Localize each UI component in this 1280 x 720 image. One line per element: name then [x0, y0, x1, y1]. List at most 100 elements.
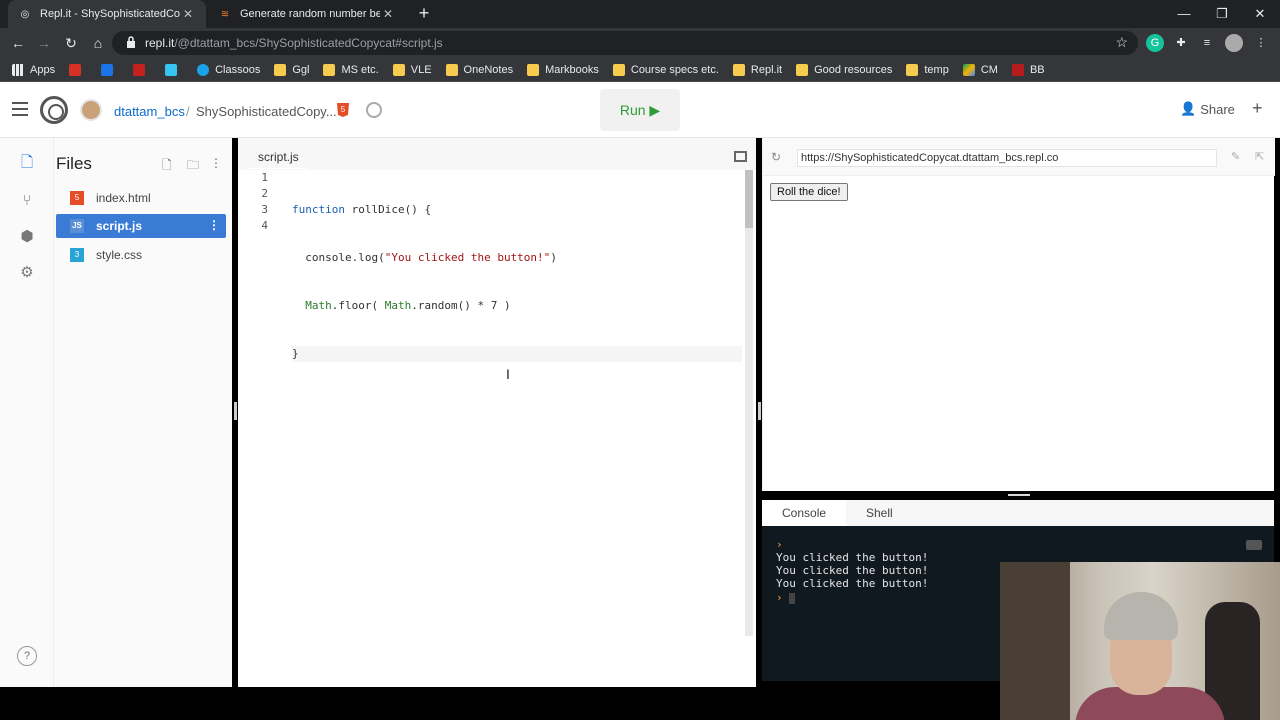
grammarly-icon[interactable]: G — [1146, 34, 1164, 52]
drive-icon — [962, 63, 975, 76]
file-options-icon[interactable]: ⋮ — [208, 218, 220, 232]
add-icon[interactable]: + — [1252, 98, 1263, 119]
classoos-icon — [197, 63, 210, 76]
history-icon[interactable] — [366, 102, 382, 118]
webview-url[interactable]: https://ShySophisticatedCopycat.dtattam_… — [797, 149, 1217, 167]
reading-list-icon[interactable]: ≡ — [1198, 34, 1216, 52]
code-token: function — [292, 203, 345, 216]
edit-icon[interactable]: ✎ — [1231, 150, 1240, 163]
webview-panel: ↻ https://ShySophisticatedCopycat.dtatta… — [762, 138, 1275, 491]
replit-favicon-icon: ◎ — [20, 8, 30, 20]
user-avatar[interactable] — [80, 99, 102, 121]
open-new-tab-icon[interactable]: ⇱ — [1255, 150, 1264, 163]
extensions-icon[interactable]: ✚ — [1172, 34, 1190, 52]
bookmark-temp[interactable]: temp — [906, 63, 949, 76]
tab-shell[interactable]: Shell — [846, 500, 913, 526]
browser-tab-replit[interactable]: ◎ Repl.it - ShySophisticatedCopyca ✕ — [8, 0, 206, 28]
settings-icon[interactable]: ⚙ — [17, 262, 37, 282]
resize-handle[interactable] — [234, 402, 237, 420]
folder-icon — [527, 63, 540, 76]
resize-handle[interactable] — [758, 402, 761, 420]
packages-icon[interactable]: ⬢ — [17, 226, 37, 246]
breadcrumb-separator: / — [186, 104, 190, 119]
file-name: style.css — [96, 248, 143, 262]
code-token: ) — [550, 251, 557, 264]
replit-logo-icon[interactable] — [40, 96, 68, 124]
bookmark-cm[interactable]: CM — [962, 63, 998, 76]
share-button[interactable]: 👤 Share — [1180, 98, 1235, 120]
repl-name[interactable]: ShySophisticatedCopy... — [196, 104, 337, 119]
bookmark-markbooks[interactable]: Markbooks — [527, 63, 599, 76]
code-token: Math — [305, 299, 332, 312]
close-tab-icon[interactable]: ✕ — [180, 7, 196, 21]
editor-tab-script-js[interactable]: script.js — [248, 146, 309, 169]
bookmark-ms[interactable]: MS etc. — [323, 63, 379, 76]
scrollbar-thumb[interactable] — [745, 170, 753, 228]
tab-console[interactable]: Console — [762, 500, 847, 526]
bookmark-course-specs[interactable]: Course specs etc. — [612, 63, 719, 76]
webview-refresh-icon[interactable]: ↻ — [771, 150, 781, 164]
file-item-style-css[interactable]: 3 style.css — [56, 243, 226, 267]
close-tab-icon[interactable]: ✕ — [380, 7, 396, 21]
file-item-index-html[interactable]: 5 index.html — [56, 186, 226, 210]
home-icon[interactable]: ⌂ — [88, 33, 108, 53]
version-control-icon[interactable]: ⑂ — [17, 190, 37, 210]
run-button[interactable]: Run ▶ — [600, 89, 680, 131]
webcam-shelf — [1000, 562, 1070, 720]
code-area[interactable]: function rollDice() { console.log("You c… — [292, 170, 742, 394]
bookmark-favicon-icon — [101, 63, 114, 76]
bookmark-red2[interactable] — [133, 63, 151, 76]
add-file-icon[interactable]: 🗋 — [162, 156, 172, 177]
split-handle[interactable] — [1008, 494, 1030, 496]
bookmark-ggl[interactable]: Ggl — [274, 63, 309, 76]
bookmark-apps[interactable]: Apps — [12, 63, 55, 76]
bookmark-red[interactable] — [69, 63, 87, 76]
bookmark-star-icon[interactable]: ☆ — [1115, 34, 1128, 51]
editor-scrollbar[interactable] — [745, 170, 753, 636]
js-file-icon: JS — [70, 219, 84, 233]
share-label: Share — [1200, 101, 1235, 117]
bookmark-favicon-icon — [69, 63, 82, 76]
bookmark-bb[interactable]: BB — [1011, 63, 1045, 76]
webcam-overlay — [1000, 562, 1280, 720]
code-token: } — [292, 347, 299, 360]
help-icon[interactable]: ? — [17, 646, 37, 666]
code-editor: script.js 1 2 3 4 function rollDice() { … — [238, 138, 756, 687]
file-item-script-js[interactable]: JS script.js ⋮ — [56, 214, 226, 238]
files-icon[interactable]: 🗋 — [17, 154, 37, 174]
reload-icon[interactable]: ↻ — [61, 33, 81, 53]
clear-console-icon[interactable] — [1246, 540, 1262, 550]
layout-toggle-icon[interactable] — [734, 151, 747, 162]
browser-menu-icon[interactable]: ⋮ — [1252, 34, 1270, 52]
add-folder-icon[interactable]: 🗀 — [187, 156, 199, 177]
close-window-icon[interactable]: ✕ — [1250, 4, 1270, 24]
code-line[interactable]: } — [292, 346, 742, 362]
restore-icon[interactable]: ❐ — [1212, 4, 1232, 24]
code-line[interactable]: function rollDice() { — [292, 202, 742, 218]
profile-avatar[interactable] — [1225, 34, 1243, 52]
apps-grid-icon — [12, 63, 24, 76]
back-icon[interactable]: ← — [8, 33, 28, 53]
bookmark-slack[interactable] — [165, 63, 183, 76]
roll-dice-button[interactable]: Roll the dice! — [770, 183, 848, 201]
bookmark-good-resources[interactable]: Good resources — [796, 63, 892, 76]
browser-tab-random[interactable]: ≋ Generate random number betwe ✕ — [208, 0, 406, 28]
owner-link[interactable]: dtattam_bcs — [114, 104, 185, 119]
address-bar[interactable]: repl.it/@dtattam_bcs/ShySophisticatedCop… — [112, 31, 1138, 55]
code-line[interactable]: Math.floor( Math.random() * 7 ) — [292, 298, 742, 314]
code-line[interactable]: console.log("You clicked the button!") — [292, 250, 742, 266]
bookmark-blue[interactable] — [101, 63, 119, 76]
console-input-line[interactable]: › — [776, 591, 795, 605]
menu-icon[interactable] — [12, 102, 28, 116]
code-token: Math — [384, 299, 412, 312]
minimize-icon[interactable]: — — [1174, 4, 1194, 24]
bookmark-vle[interactable]: VLE — [392, 63, 432, 76]
files-menu-icon[interactable]: ⋮ — [210, 156, 222, 170]
new-tab-button[interactable]: + — [414, 4, 434, 24]
bookmark-replit[interactable]: Repl.it — [732, 63, 782, 76]
folder-icon — [732, 63, 745, 76]
bookmark-onenotes[interactable]: OneNotes — [445, 63, 513, 76]
forward-icon[interactable]: → — [34, 33, 54, 53]
bookmark-classoos[interactable]: Classoos — [197, 63, 260, 76]
console-caret — [788, 592, 795, 604]
